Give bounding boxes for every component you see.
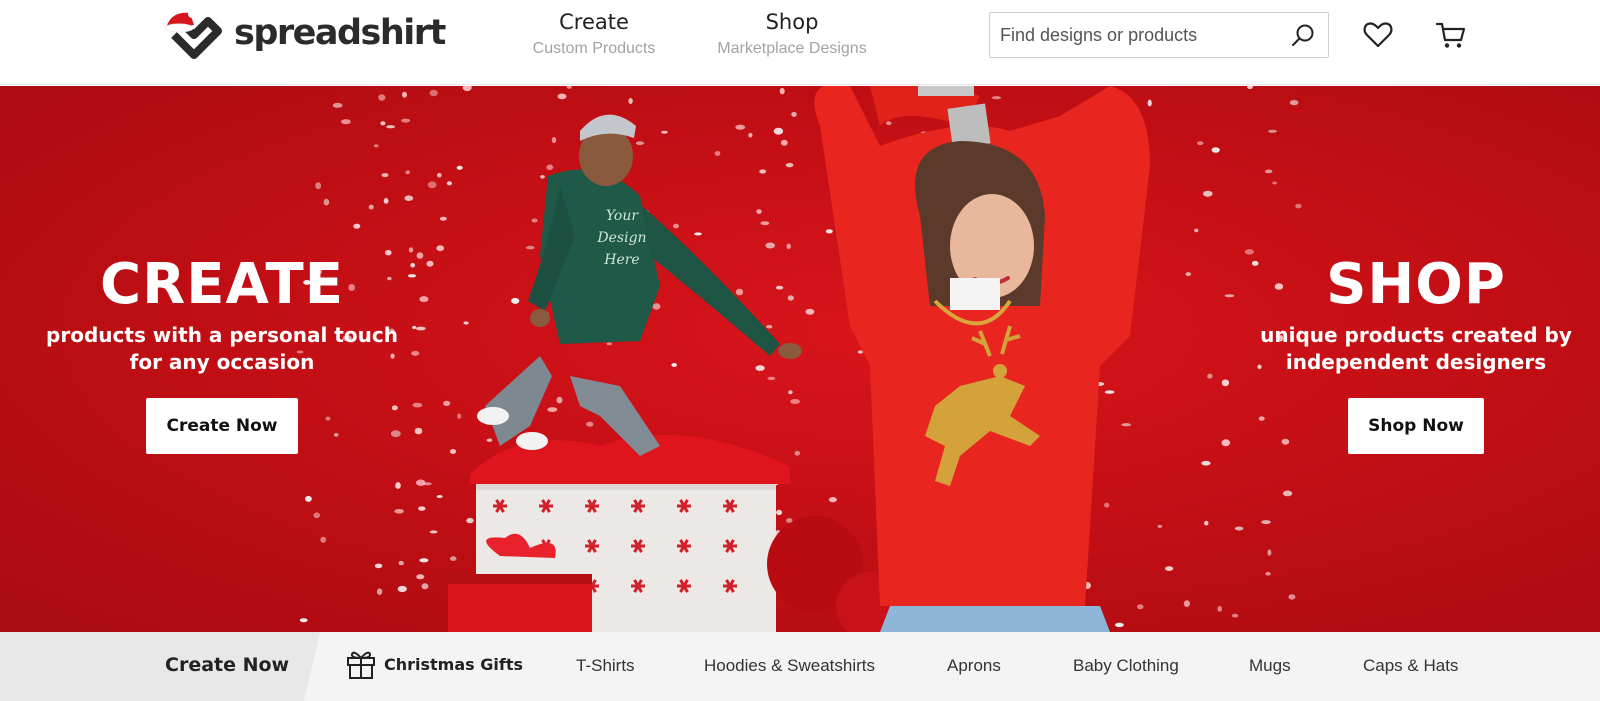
hoodie-print-line1: Your [606,208,639,224]
nav-create[interactable]: Create Custom Products [519,8,669,60]
logo-wordmark: spreadshirt [234,12,446,53]
shop-promo: SHOP unique products created by independ… [1236,256,1596,454]
category-baby-clothing[interactable]: Baby Clothing [1073,656,1179,676]
shop-subtitle-line1: unique products created by [1260,323,1572,347]
category-christmas-gifts[interactable]: Christmas Gifts [346,648,523,680]
category-t-shirts[interactable]: T-Shirts [576,656,635,676]
gift-icon [347,651,375,679]
nav-shop-sublabel: Marketplace Designs [717,40,867,57]
category-mugs[interactable]: Mugs [1249,656,1291,676]
create-now-button[interactable]: Create Now [146,398,298,454]
shop-now-button[interactable]: Shop Now [1348,398,1484,454]
category-caps-hats[interactable]: Caps & Hats [1363,656,1458,676]
gift-box-image [448,434,904,632]
search-input[interactable] [1000,24,1280,46]
woman-in-red-sweater-image [814,86,1150,632]
shop-heading: SHOP [1326,252,1506,317]
logo-heart-santa-hat-icon [164,10,222,59]
nav-shop[interactable]: Shop Marketplace Designs [706,8,878,60]
create-subtitle-line1: products with a personal touch [46,323,398,347]
nav-shop-label: Shop [765,10,819,34]
shop-subtitle-line2: independent designers [1285,350,1547,374]
spreadshirt-logo[interactable]: spreadshirt [164,5,446,61]
search-box [989,12,1329,58]
nav-create-sublabel: Custom Products [532,40,656,57]
create-subtitle-line2: for any occasion [129,350,315,374]
heart-icon[interactable] [1362,19,1394,51]
hoodie-print-line2: Design [596,230,646,246]
category-hoodies-sweatshirts[interactable]: Hoodies & Sweatshirts [704,656,875,676]
create-promo: CREATE products with a personal touch fo… [42,256,402,454]
hoodie-print-line3: Here [603,252,639,268]
create-heading: CREATE [100,252,344,317]
cart-icon[interactable] [1435,19,1467,51]
hero-banner: Your Design Here CREATE products with a … [0,86,1600,632]
category-bar: Create Now Christmas Gifts T-Shirts Hood… [0,632,1600,701]
man-in-green-hoodie-image: Your Design Here [477,114,802,456]
category-christmas-gifts-label: Christmas Gifts [384,654,523,674]
search-icon[interactable] [1290,23,1316,49]
nav-create-label: Create [559,10,629,34]
site-header: spreadshirt Create Custom Products Shop … [0,0,1600,85]
category-aprons[interactable]: Aprons [947,656,1001,676]
create-now-link[interactable]: Create Now [165,654,289,676]
